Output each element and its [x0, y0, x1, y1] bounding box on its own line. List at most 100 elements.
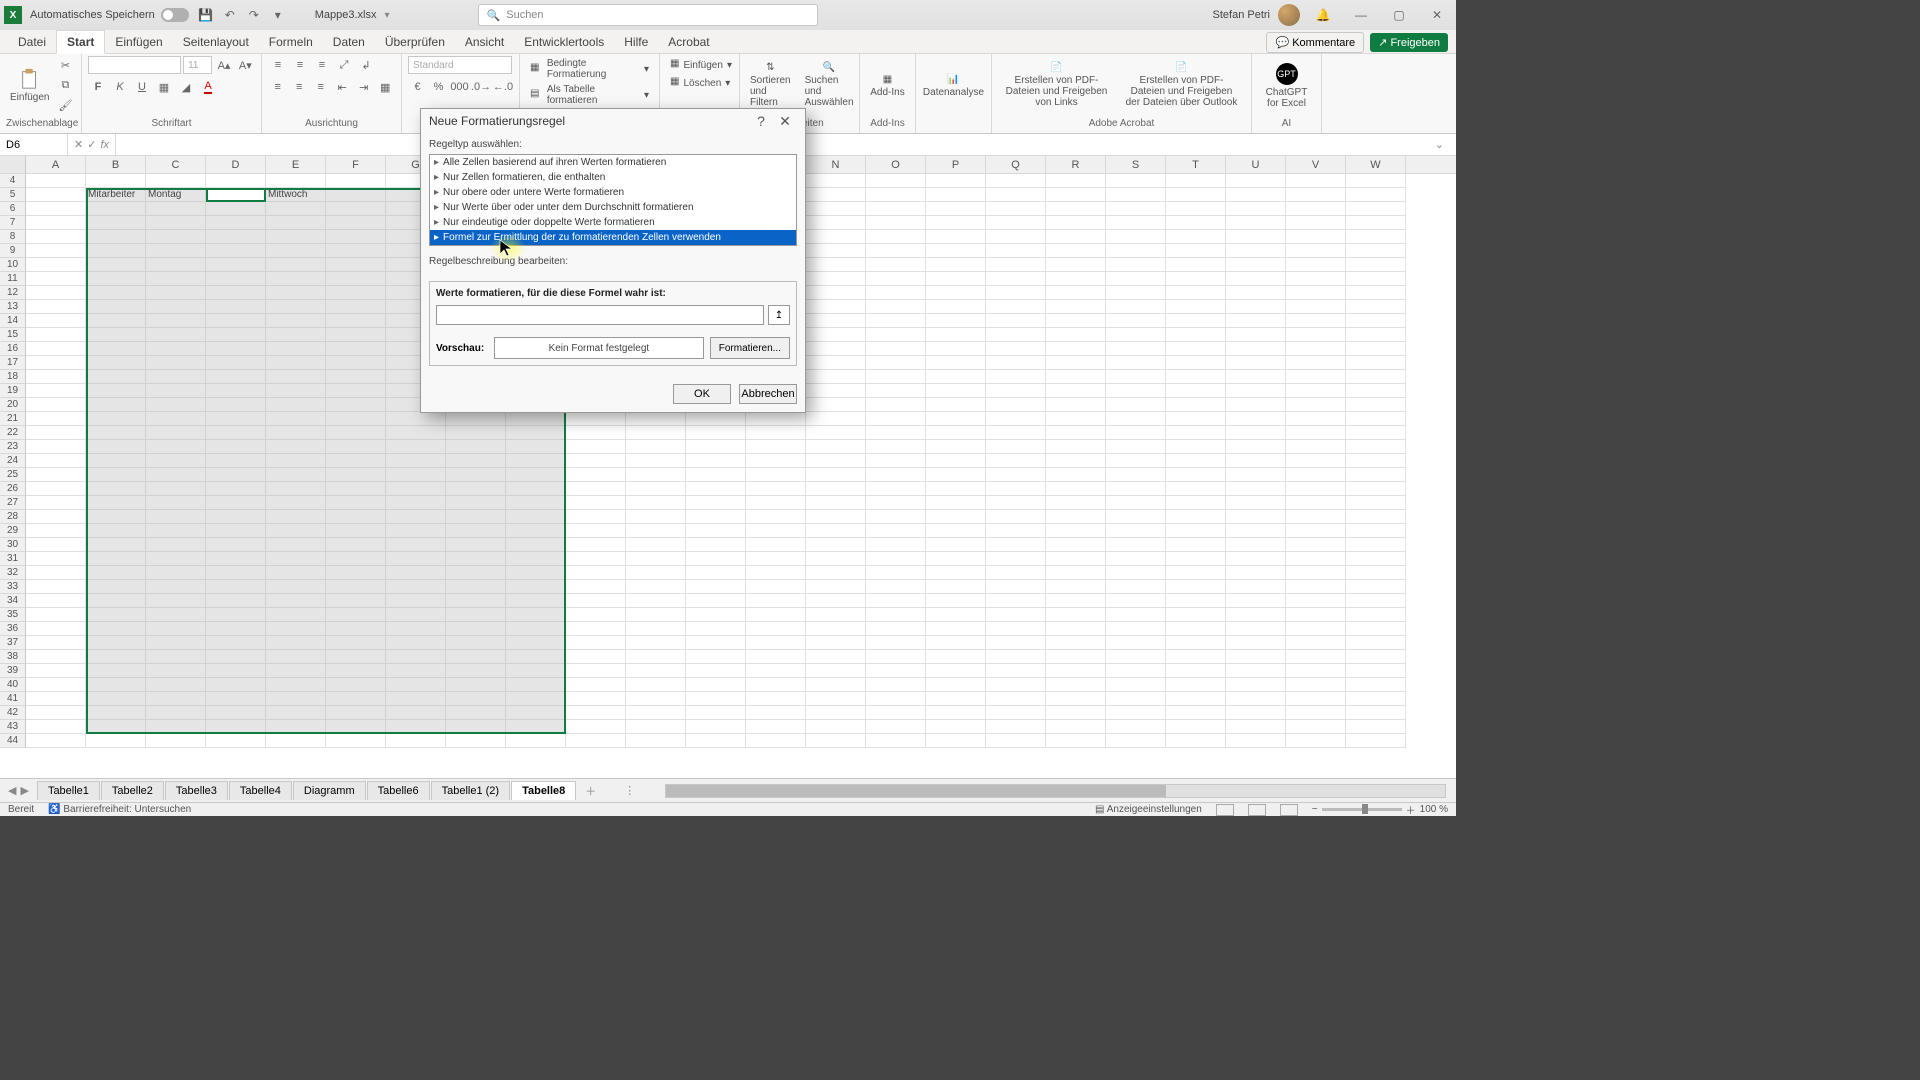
cell[interactable]	[926, 370, 986, 384]
cell[interactable]	[1346, 552, 1406, 566]
cell[interactable]	[1166, 566, 1226, 580]
cell[interactable]	[626, 426, 686, 440]
cell[interactable]	[926, 496, 986, 510]
row-header[interactable]: 24	[0, 454, 26, 468]
cell[interactable]	[686, 608, 746, 622]
cell[interactable]	[686, 678, 746, 692]
cell[interactable]	[1226, 398, 1286, 412]
maximize-button[interactable]: ▢	[1384, 3, 1414, 27]
cell[interactable]	[686, 664, 746, 678]
cell[interactable]	[926, 678, 986, 692]
thousands-icon[interactable]: 000	[450, 78, 469, 96]
cell[interactable]	[626, 552, 686, 566]
cell[interactable]	[566, 552, 626, 566]
cell[interactable]	[1226, 580, 1286, 594]
delete-cells-button[interactable]: ▦Löschen ▾	[666, 74, 733, 92]
cell[interactable]	[986, 244, 1046, 258]
cell[interactable]	[866, 174, 926, 188]
ribbon-tab-hilfe[interactable]: Hilfe	[614, 31, 658, 53]
cell[interactable]	[1286, 454, 1346, 468]
cell[interactable]	[686, 650, 746, 664]
cell[interactable]	[566, 622, 626, 636]
cell[interactable]	[686, 622, 746, 636]
cell[interactable]	[1106, 622, 1166, 636]
fx-icon[interactable]: fx	[100, 139, 109, 151]
cell[interactable]	[806, 678, 866, 692]
cell[interactable]	[1346, 706, 1406, 720]
cell[interactable]	[926, 608, 986, 622]
cell[interactable]	[806, 706, 866, 720]
column-header-S[interactable]: S	[1106, 156, 1166, 173]
row-header[interactable]: 23	[0, 440, 26, 454]
row-header[interactable]: 43	[0, 720, 26, 734]
cell[interactable]	[1286, 706, 1346, 720]
undo-icon[interactable]: ↶	[221, 6, 239, 24]
cell[interactable]	[806, 622, 866, 636]
cell[interactable]	[986, 356, 1046, 370]
cell[interactable]	[1106, 580, 1166, 594]
cell[interactable]	[1226, 468, 1286, 482]
rule-type-item[interactable]: ▸Nur eindeutige oder doppelte Werte form…	[430, 215, 796, 230]
cell[interactable]	[566, 734, 626, 748]
cell[interactable]	[1106, 202, 1166, 216]
cell[interactable]	[1106, 734, 1166, 748]
cell[interactable]	[1166, 426, 1226, 440]
cell[interactable]	[506, 734, 566, 748]
cell[interactable]	[1286, 594, 1346, 608]
cell[interactable]	[1286, 426, 1346, 440]
cell[interactable]	[26, 412, 86, 426]
cell[interactable]	[986, 636, 1046, 650]
ribbon-tab-start[interactable]: Start	[56, 30, 105, 54]
cell[interactable]	[1226, 174, 1286, 188]
cell[interactable]	[746, 468, 806, 482]
cell[interactable]	[1346, 622, 1406, 636]
sheet-tab[interactable]: Tabelle6	[367, 781, 430, 800]
cell[interactable]	[686, 440, 746, 454]
cell[interactable]	[986, 258, 1046, 272]
cell[interactable]	[1106, 384, 1166, 398]
cell[interactable]	[686, 720, 746, 734]
cell[interactable]	[566, 636, 626, 650]
cell[interactable]	[1346, 594, 1406, 608]
cell[interactable]	[806, 468, 866, 482]
cell[interactable]	[26, 608, 86, 622]
cell[interactable]	[746, 482, 806, 496]
cell[interactable]	[26, 384, 86, 398]
cell[interactable]	[866, 706, 926, 720]
cell[interactable]	[1166, 398, 1226, 412]
cell[interactable]	[926, 622, 986, 636]
cell[interactable]	[1106, 482, 1166, 496]
cell[interactable]	[1226, 440, 1286, 454]
cell[interactable]	[926, 692, 986, 706]
cell[interactable]	[866, 664, 926, 678]
cell[interactable]	[806, 650, 866, 664]
cancel-button[interactable]: Abbrechen	[739, 384, 797, 404]
row-header[interactable]: 35	[0, 608, 26, 622]
column-header-P[interactable]: P	[926, 156, 986, 173]
cell[interactable]	[806, 230, 866, 244]
format-painter-icon[interactable]: 🖌	[55, 96, 75, 114]
sheet-tab[interactable]: Tabelle4	[229, 781, 292, 800]
cell[interactable]	[1046, 510, 1106, 524]
cell[interactable]	[926, 482, 986, 496]
cell[interactable]	[1286, 328, 1346, 342]
cell[interactable]	[986, 650, 1046, 664]
cell[interactable]	[986, 272, 1046, 286]
cell[interactable]	[926, 580, 986, 594]
cell[interactable]	[746, 594, 806, 608]
cell[interactable]	[1166, 258, 1226, 272]
cell[interactable]	[1166, 496, 1226, 510]
cell[interactable]	[866, 566, 926, 580]
cell[interactable]	[626, 594, 686, 608]
cell[interactable]	[986, 692, 1046, 706]
cell[interactable]	[926, 440, 986, 454]
cell[interactable]	[1106, 552, 1166, 566]
cell[interactable]	[1226, 454, 1286, 468]
cell[interactable]	[926, 216, 986, 230]
cell[interactable]	[1286, 300, 1346, 314]
cell[interactable]	[1106, 538, 1166, 552]
cell[interactable]	[806, 482, 866, 496]
cell[interactable]	[746, 706, 806, 720]
cell[interactable]	[1166, 272, 1226, 286]
save-icon[interactable]: 💾	[197, 6, 215, 24]
